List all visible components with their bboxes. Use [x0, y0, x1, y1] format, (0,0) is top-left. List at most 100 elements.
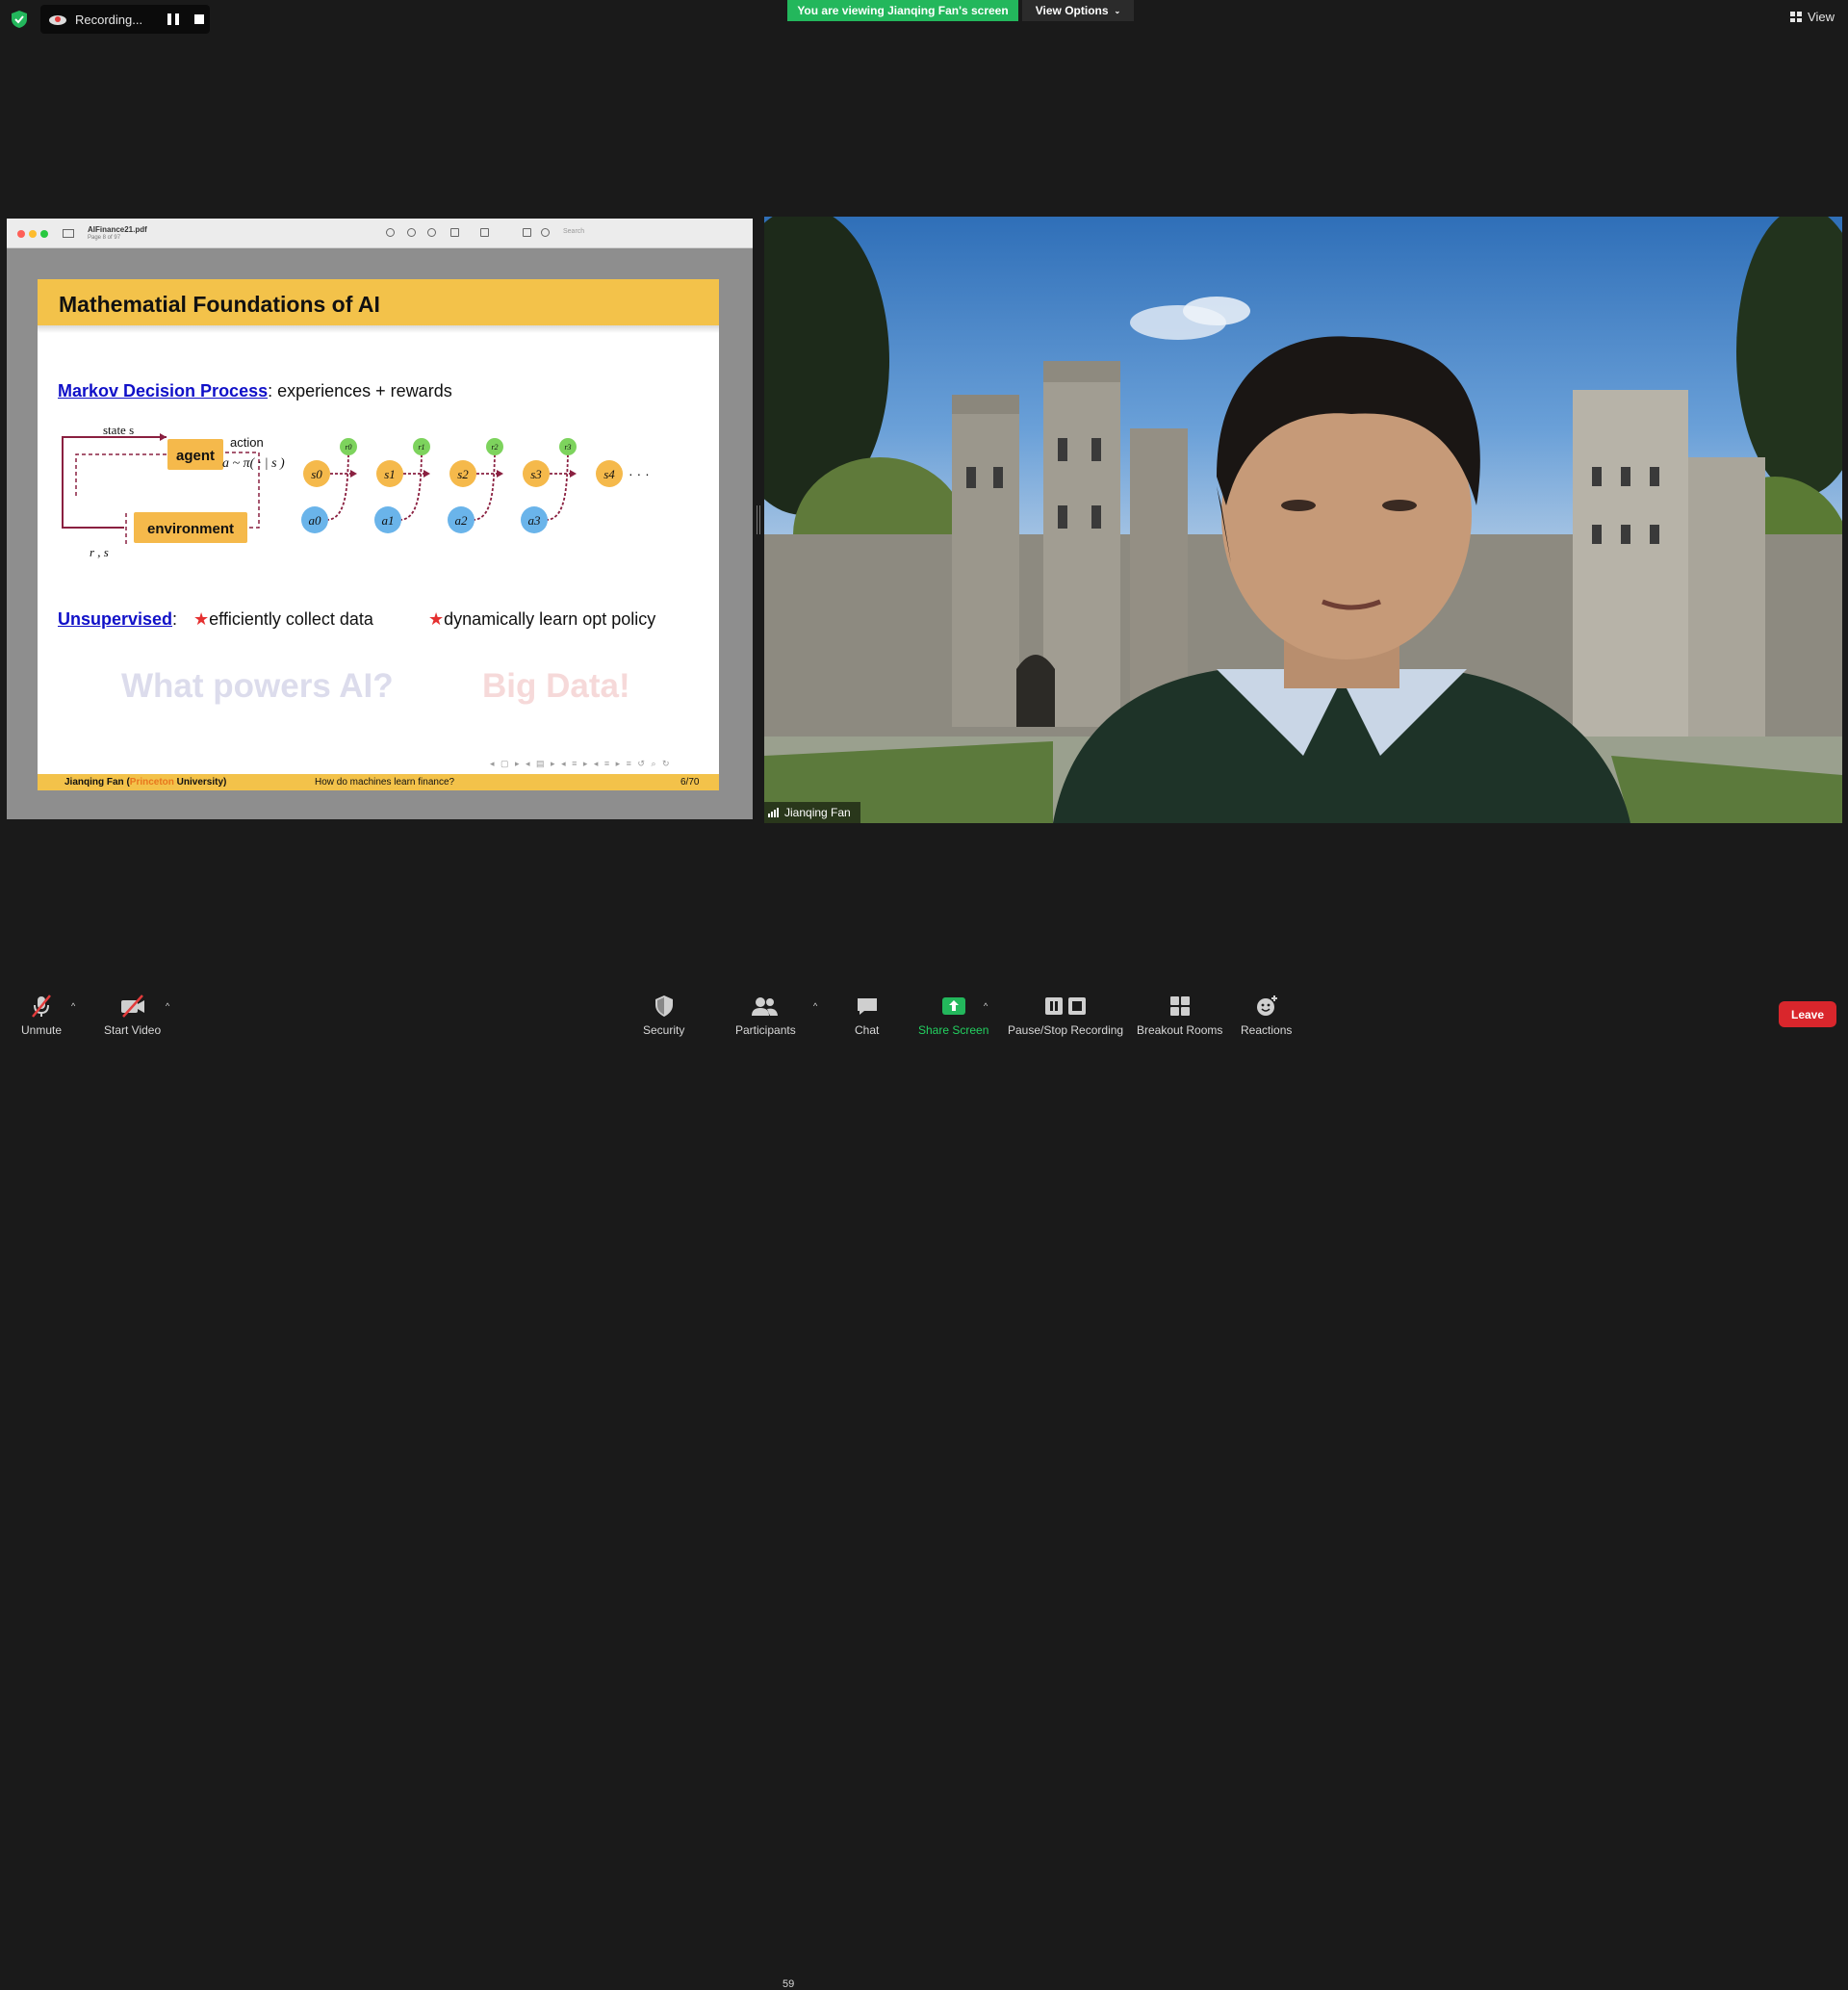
slide-footer: Jianqing Fan (Princeton University) How …	[38, 774, 719, 790]
mdp-diagram: agent environment state s action a ~ π( …	[62, 424, 650, 558]
security-shield-icon[interactable]	[10, 10, 29, 29]
reactions-label: Reactions	[1241, 1023, 1293, 1037]
info-icon[interactable]	[386, 228, 395, 237]
participant-name-tag: Jianqing Fan	[764, 802, 860, 823]
pause-stop-recording-label: Pause/Stop Recording	[1008, 1023, 1124, 1037]
annotate-icon[interactable]	[541, 228, 550, 237]
pdf-filename: AIFinance21.pdf	[88, 225, 147, 234]
action-a1: a1	[382, 513, 395, 528]
start-video-label: Start Video	[104, 1023, 162, 1037]
agent-label: agent	[176, 448, 215, 464]
microphone-muted-icon	[32, 995, 51, 1018]
leave-meeting-button[interactable]: Leave	[1779, 1001, 1836, 1027]
recording-label: Recording...	[75, 12, 143, 27]
unsupervised-heading: Unsupervised:	[58, 609, 177, 630]
environment-label: environment	[147, 521, 234, 537]
cloud-recording-icon	[49, 15, 66, 25]
state-s2: s2	[457, 467, 469, 481]
video-camera-off-icon	[120, 995, 144, 1018]
zoom-in-icon[interactable]	[427, 228, 436, 237]
state-label: state s	[103, 424, 134, 437]
beamer-navigation-icons[interactable]: ◂ ▢ ▸ ◂ ▤ ▸ ◂ ≡ ▸ ◂ ≡ ▸ ≡ ↺ ⌕ ↻	[490, 759, 672, 769]
recording-indicator: Recording...	[40, 5, 210, 34]
participants-button[interactable]: Participants	[735, 994, 796, 1037]
bullet-1-text: efficiently collect data	[209, 609, 373, 629]
sidebar-toggle-icon[interactable]	[63, 229, 74, 238]
reward-r2: r2	[491, 443, 498, 452]
pdf-page-count: Page 8 of 97	[88, 235, 121, 241]
presentation-slide: Mathematial Foundations of AI Markov Dec…	[38, 279, 719, 790]
breakout-rooms-button[interactable]: Breakout Rooms	[1137, 994, 1222, 1037]
action-a3: a3	[528, 513, 542, 528]
video-options-caret[interactable]: ^	[166, 1001, 169, 1011]
reward-r3: r3	[564, 443, 571, 452]
minimize-window-icon[interactable]	[29, 230, 37, 238]
rotate-icon[interactable]	[523, 228, 531, 237]
action-a0: a0	[309, 513, 322, 528]
bullet-collect-data: ★efficiently collect data	[193, 609, 373, 630]
share-screen-button[interactable]: Share Screen	[918, 994, 988, 1037]
pause-stop-icon	[1045, 997, 1087, 1015]
participant-video: Jianqing Fan	[764, 217, 1842, 823]
unmute-label: Unmute	[21, 1023, 63, 1037]
state-s3: s3	[530, 467, 542, 481]
mdp-link[interactable]: Markov Decision Process	[58, 381, 268, 401]
state-s4: s4	[603, 467, 615, 481]
participants-icon	[752, 997, 779, 1016]
view-options-button[interactable]: View Options ⌄	[1022, 0, 1134, 21]
footer-page-number: 6/70	[680, 777, 700, 788]
breakout-rooms-icon	[1169, 996, 1190, 1016]
zoom-out-icon[interactable]	[407, 228, 416, 237]
unsupervised-link[interactable]: Unsupervised	[58, 609, 172, 629]
chat-button[interactable]: Chat	[855, 994, 879, 1037]
participants-options-caret[interactable]: ^	[813, 1001, 817, 1011]
markup-pen-icon[interactable]	[480, 228, 489, 237]
smiley-reaction-icon	[1256, 995, 1277, 1016]
ghost-text-what-powers-ai: What powers AI?	[121, 667, 394, 705]
chat-bubble-icon	[857, 998, 877, 1015]
zoom-window-icon[interactable]	[40, 230, 48, 238]
action-a2: a2	[455, 513, 469, 528]
policy-label: a ~ π( · | s )	[222, 456, 285, 471]
security-shield-icon	[654, 995, 673, 1017]
reward-nodes	[340, 438, 577, 455]
mdp-heading: Markov Decision Process: experiences + r…	[58, 381, 452, 401]
state-s1: s1	[384, 467, 396, 481]
mdp-description: : experiences + rewards	[268, 381, 452, 401]
action-label: action	[230, 435, 264, 450]
close-window-icon[interactable]	[17, 230, 25, 238]
slide-title: Mathematial Foundations of AI	[59, 292, 380, 317]
stop-recording-icon[interactable]	[194, 14, 204, 24]
audio-options-caret[interactable]: ^	[71, 1001, 75, 1011]
video-scene	[764, 217, 1842, 823]
bullet-learn-policy: ★dynamically learn opt policy	[428, 609, 655, 630]
unsupervised-colon: :	[172, 609, 178, 629]
share-options-caret[interactable]: ^	[984, 1001, 988, 1011]
share-icon[interactable]	[450, 228, 459, 237]
participants-label: Participants	[735, 1023, 796, 1037]
view-grid-icon	[1790, 12, 1803, 22]
pdf-search-field[interactable]: Search	[563, 228, 584, 235]
action-nodes	[301, 506, 548, 533]
slide-header-shadow	[38, 325, 719, 333]
pdf-viewer-toolbar: AIFinance21.pdf Page 8 of 97 Search	[7, 219, 753, 248]
view-button[interactable]: View	[1790, 10, 1835, 24]
pause-recording-icon[interactable]	[167, 13, 179, 25]
footer-author: Jianqing Fan (Princeton University)	[64, 777, 227, 788]
security-button[interactable]: Security	[643, 994, 684, 1037]
chat-label: Chat	[855, 1023, 880, 1037]
participants-count: 59	[783, 1978, 795, 1990]
chevron-down-icon: ⌄	[1114, 6, 1121, 15]
start-video-button[interactable]: Start Video	[104, 994, 161, 1037]
unmute-button[interactable]: Unmute	[21, 994, 62, 1037]
reward-r1: r1	[418, 443, 424, 452]
state-s0: s0	[311, 467, 322, 481]
reward-r0: r0	[345, 443, 351, 452]
reactions-button[interactable]: Reactions	[1241, 994, 1292, 1037]
pause-stop-recording-button[interactable]: Pause/Stop Recording	[1008, 994, 1123, 1037]
star-icon: ★	[428, 609, 445, 629]
share-screen-label: Share Screen	[918, 1023, 989, 1037]
view-label: View	[1808, 10, 1835, 24]
chain-ellipsis: · · ·	[629, 466, 650, 481]
split-view-resize-handle[interactable]	[757, 505, 760, 534]
